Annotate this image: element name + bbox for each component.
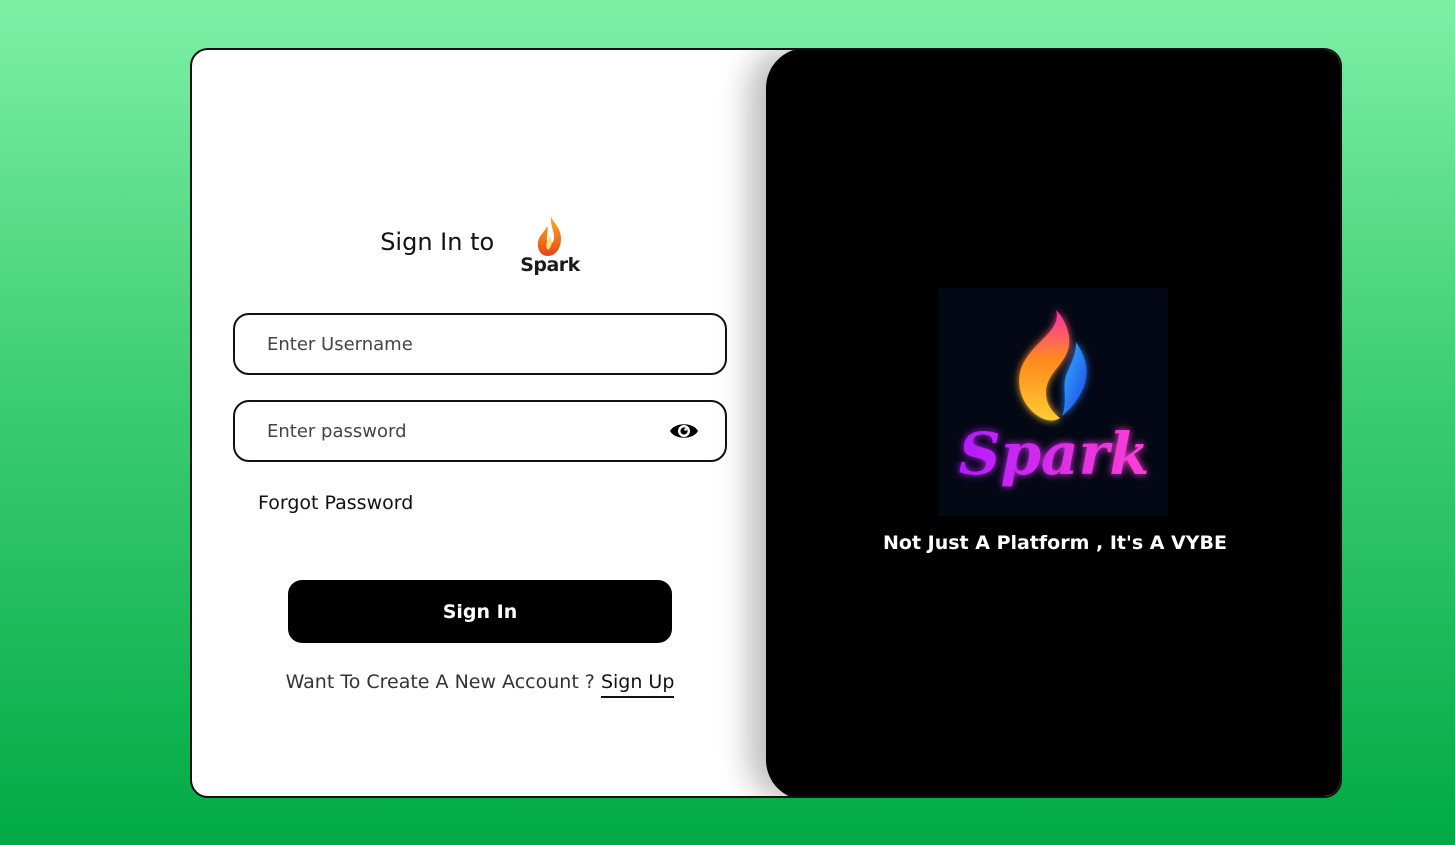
brand-small: Spark [520, 254, 580, 276]
signup-row: Want To Create A New Account ? Sign Up [192, 671, 768, 698]
password-field[interactable] [233, 400, 727, 462]
flame-icon [537, 216, 561, 256]
flame-icon [1019, 310, 1087, 421]
login-panel: Sign In to Spark Enter Username Forgot P… [192, 50, 768, 796]
brand-large: Spark [959, 420, 1150, 488]
username-input[interactable] [267, 333, 647, 355]
heading-text: Sign In to [380, 228, 495, 256]
login-heading: Sign In to Spark [192, 210, 768, 280]
password-input[interactable] [267, 420, 647, 442]
eye-icon[interactable] [669, 419, 699, 443]
forgot-password-link[interactable]: Forgot Password [258, 492, 413, 514]
spark-logo-large: Spark [938, 288, 1168, 516]
sign-in-button[interactable]: Sign In [288, 580, 672, 643]
username-field[interactable] [233, 313, 727, 375]
spark-logo-small: Spark [520, 214, 580, 276]
signup-prompt: Want To Create A New Account ? [285, 671, 595, 693]
spark-brand-logo: Spark [959, 310, 1150, 488]
promo-panel: Spark Not Just A Platform , It's A VYBE [766, 50, 1340, 796]
sign-up-link[interactable]: Sign Up [600, 671, 675, 698]
login-card: Sign In to Spark Enter Username Forgot P… [190, 48, 1342, 798]
tagline: Not Just A Platform , It's A VYBE [883, 532, 1227, 554]
